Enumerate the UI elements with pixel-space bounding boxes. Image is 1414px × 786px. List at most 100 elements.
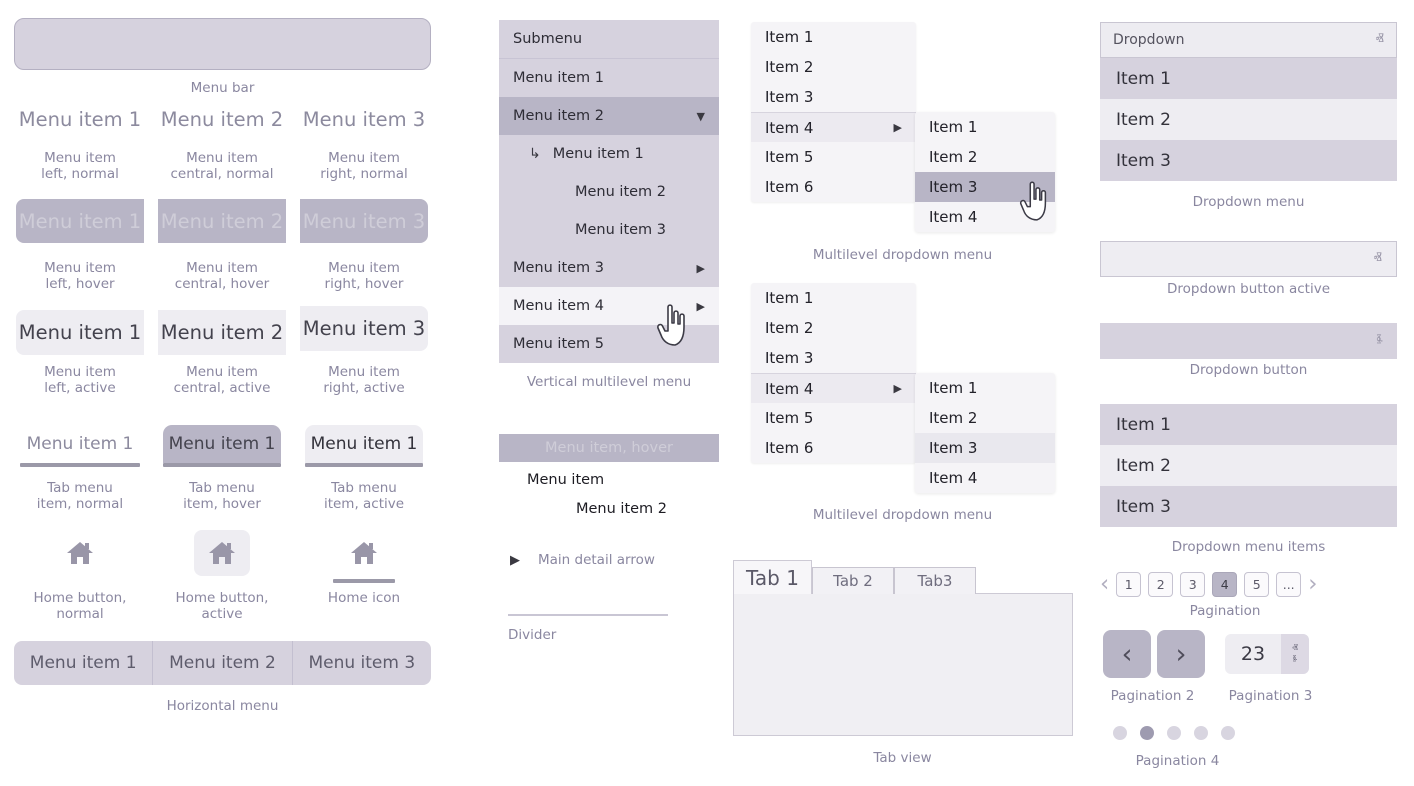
horizontal-menu-item-3[interactable]: Menu item 3 [291, 641, 431, 685]
main-detail-arrow-row[interactable]: ▶ Main detail arrow [510, 552, 655, 568]
pagination-4-dot-5[interactable] [1221, 726, 1235, 740]
dropdown-menu-header-label: Dropdown [1113, 32, 1185, 48]
pagination-4-dot-2[interactable] [1140, 726, 1154, 740]
multilevel-2-level2[interactable]: Item 1 Item 2 Item 3 Item 4 [915, 373, 1055, 493]
chevron-right-icon[interactable]: › [1308, 573, 1317, 596]
tab-view[interactable]: Tab 1 Tab 2 Tab3 [733, 560, 1073, 736]
pagination-3-stepper[interactable]: ⱏ ⱛ [1281, 634, 1309, 674]
pagination-4-dot-3[interactable] [1167, 726, 1181, 740]
dropdown-menu-item-3[interactable]: Item 3 [1100, 140, 1397, 181]
menu-item-hover-sample[interactable]: Menu item, hover [499, 434, 719, 462]
dropdown-button[interactable]: ⱛ [1100, 323, 1397, 359]
dropdown-menu-item-1[interactable]: Item 1 [1100, 58, 1397, 99]
multilevel-2-l2-item-1[interactable]: Item 1 [915, 373, 1055, 403]
multilevel-2-l1-item-4[interactable]: Item 4 ▶ [751, 373, 916, 403]
pagination-page-4[interactable]: 4 [1212, 572, 1238, 597]
horizontal-menu-item-1[interactable]: Menu item 1 [14, 641, 152, 685]
home-icon-item[interactable] [333, 530, 395, 583]
menu-item-left-hover[interactable]: Menu item 1 [16, 199, 144, 243]
multilevel-2-l2-item-3[interactable]: Item 3 [915, 433, 1055, 463]
pagination-4-dot-1[interactable] [1113, 726, 1127, 740]
vertical-submenu-item-1[interactable]: ↳ Menu item 1 [499, 135, 719, 173]
multilevel-dropdown-menu-1[interactable]: Item 1 Item 2 Item 3 Item 4 ▶ Item 5 Ite… [751, 22, 1061, 237]
menu-item-left-active[interactable]: Menu item 1 [16, 310, 144, 355]
multilevel-1-l1-item-1[interactable]: Item 1 [751, 22, 916, 52]
home-button-normal-surface [52, 530, 108, 576]
pagination-4[interactable] [1113, 726, 1235, 740]
chevron-down-icon[interactable]: ⱛ [1293, 653, 1298, 665]
pagination-3-value[interactable]: 23 [1225, 643, 1281, 665]
multilevel-2-l1-item-3[interactable]: Item 3 [751, 343, 916, 373]
multilevel-1-l1-item-2[interactable]: Item 2 [751, 52, 916, 82]
vertical-menu-header[interactable]: Submenu [499, 20, 719, 58]
vertical-menu-item-2[interactable]: Menu item 2 ▼ [499, 97, 719, 135]
vertical-menu-item-1[interactable]: Menu item 1 [499, 59, 719, 97]
multilevel-1-l2-item-1[interactable]: Item 1 [915, 112, 1055, 142]
pagination-4-dot-4[interactable] [1194, 726, 1208, 740]
vertical-menu-item-2-label: Menu item 2 [513, 108, 605, 124]
multilevel-1-l1-item-6[interactable]: Item 6 [751, 172, 916, 202]
tab-menu-item-normal[interactable]: Menu item 1 [20, 425, 140, 467]
dropdown-menu-item-2[interactable]: Item 2 [1100, 99, 1397, 140]
multilevel-2-l2-item-4[interactable]: Item 4 [915, 463, 1055, 493]
pagination-page-5[interactable]: 5 [1244, 572, 1270, 597]
vertical-menu-item-3[interactable]: Menu item 3 ▶ [499, 249, 719, 287]
home-icon [351, 542, 377, 564]
corner-down-right-arrow-icon: ↳ [529, 146, 541, 162]
menu-item-indented-sample[interactable]: Menu item 2 [576, 501, 667, 517]
pagination-3[interactable]: 23 ⱏ ⱛ [1225, 634, 1309, 674]
dropdown-menu-items-item-2[interactable]: Item 2 [1100, 445, 1397, 486]
tab-3[interactable]: Tab3 [894, 567, 976, 594]
tab-view-caption: Tab view [873, 750, 932, 766]
menu-bar[interactable] [14, 18, 431, 70]
pagination-page-3[interactable]: 3 [1180, 572, 1206, 597]
multilevel-1-l1-item-5[interactable]: Item 5 [751, 142, 916, 172]
menu-item-plain-sample[interactable]: Menu item [527, 472, 604, 488]
dropdown-menu-items-item-1[interactable]: Item 1 [1100, 404, 1397, 445]
dropdown-menu-items-item-3[interactable]: Item 3 [1100, 486, 1397, 527]
dropdown-menu-items-caption: Dropdown menu items [1171, 539, 1326, 555]
vertical-submenu-item-2[interactable]: Menu item 2 [499, 173, 719, 211]
tab-menu-item-active[interactable]: Menu item 1 [305, 425, 423, 467]
pagination[interactable]: ‹ 1 2 3 4 5 ... › [1100, 572, 1317, 597]
menu-item-right-hover[interactable]: Menu item 3 [300, 199, 428, 243]
multilevel-1-l1-item-3[interactable]: Item 3 [751, 82, 916, 112]
menu-item-left-normal[interactable]: Menu item 1 [16, 108, 144, 131]
pagination-2-prev-button[interactable]: ‹ [1103, 630, 1151, 678]
multilevel-1-l1-item-4[interactable]: Item 4 ▶ [751, 112, 916, 142]
menu-item-central-hover[interactable]: Menu item 2 [158, 199, 286, 243]
horizontal-menu-item-2[interactable]: Menu item 2 [152, 641, 291, 685]
home-icon [209, 542, 235, 564]
menu-item-central-normal[interactable]: Menu item 2 [158, 108, 286, 131]
pagination-page-2[interactable]: 2 [1148, 572, 1174, 597]
multilevel-1-level1[interactable]: Item 1 Item 2 Item 3 Item 4 ▶ Item 5 Ite… [751, 22, 916, 202]
chevron-left-icon[interactable]: ‹ [1100, 573, 1109, 596]
pagination-2-next-button[interactable]: › [1157, 630, 1205, 678]
multilevel-2-l1-item-2[interactable]: Item 2 [751, 313, 916, 343]
pagination-2[interactable]: ‹ › [1103, 630, 1205, 678]
multilevel-2-l1-item-5[interactable]: Item 5 [751, 403, 916, 433]
multilevel-2-l1-item-1[interactable]: Item 1 [751, 283, 916, 313]
dropdown-button-active[interactable]: ⱏ [1100, 241, 1397, 277]
home-button-active[interactable] [194, 530, 250, 576]
dropdown-menu-list[interactable]: Item 1 Item 2 Item 3 [1100, 58, 1397, 181]
multilevel-1-l2-item-2[interactable]: Item 2 [915, 142, 1055, 172]
dropdown-menu-header[interactable]: Dropdown ⱏ [1100, 22, 1397, 58]
tab-menu-item-hover[interactable]: Menu item 1 [163, 425, 281, 467]
dropdown-menu-items-list[interactable]: Item 1 Item 2 Item 3 [1100, 404, 1397, 527]
horizontal-menu[interactable]: Menu item 1 Menu item 2 Menu item 3 [14, 641, 431, 685]
home-button-normal[interactable] [52, 530, 108, 576]
multilevel-2-level1[interactable]: Item 1 Item 2 Item 3 Item 4 ▶ Item 5 Ite… [751, 283, 916, 463]
menu-item-right-normal[interactable]: Menu item 3 [300, 108, 428, 131]
menu-item-central-active[interactable]: Menu item 2 [158, 310, 286, 355]
multilevel-2-l2-item-2[interactable]: Item 2 [915, 403, 1055, 433]
pagination-page-1[interactable]: 1 [1116, 572, 1142, 597]
multilevel-2-l1-item-6[interactable]: Item 6 [751, 433, 916, 463]
tab-1[interactable]: Tab 1 [733, 560, 812, 594]
menu-item-right-active[interactable]: Menu item 3 [300, 306, 428, 351]
multilevel-dropdown-menu-2[interactable]: Item 1 Item 2 Item 3 Item 4 ▶ Item 5 Ite… [751, 283, 1061, 498]
tab-2[interactable]: Tab 2 [812, 567, 894, 594]
vertical-submenu-item-3[interactable]: Menu item 3 [499, 211, 719, 249]
tab-menu-item-hover-underline [163, 463, 281, 467]
pagination-page-ellipsis[interactable]: ... [1276, 572, 1302, 597]
